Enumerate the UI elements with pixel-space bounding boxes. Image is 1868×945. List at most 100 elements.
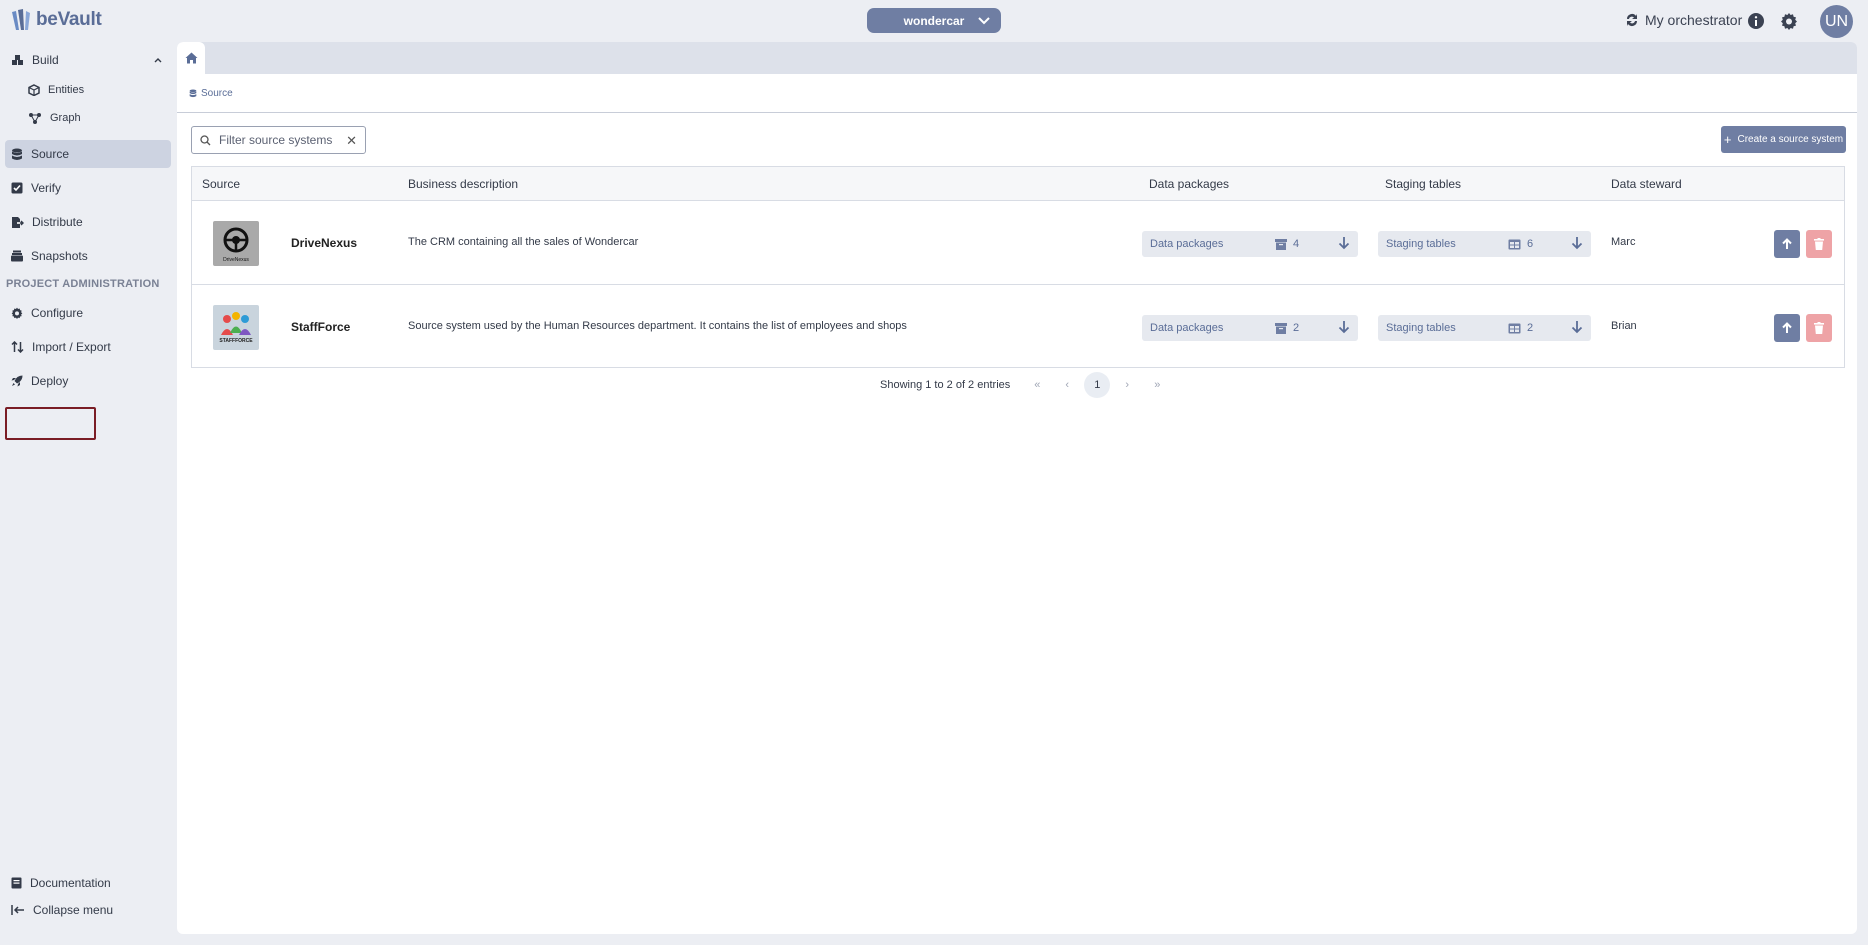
- orchestrator-label: My orchestrator: [1645, 12, 1743, 28]
- sidebar-item-build[interactable]: Build: [5, 46, 171, 74]
- sidebar-item-import-export[interactable]: Import / Export: [5, 333, 171, 361]
- check-square-icon: [11, 182, 23, 194]
- sidebar-item-configure[interactable]: Configure: [5, 299, 171, 327]
- archive-icon: [1275, 322, 1287, 334]
- database-icon: [189, 89, 197, 98]
- page-1-button[interactable]: 1: [1084, 372, 1111, 398]
- column-header-steward[interactable]: Data steward: [1611, 177, 1682, 191]
- plus-icon: +: [1723, 132, 1732, 147]
- pill-label: Data packages: [1150, 322, 1224, 334]
- sidebar-item-label: Collapse menu: [33, 903, 114, 917]
- sidebar-item-snapshots[interactable]: Snapshots: [5, 242, 171, 270]
- table-row[interactable]: DriveNexus DriveNexus The CRM containing…: [192, 201, 1844, 285]
- section-heading-admin: PROJECT ADMINISTRATION: [6, 278, 160, 290]
- sidebar-item-entities[interactable]: Entities: [22, 76, 162, 104]
- data-steward: Marc: [1611, 236, 1636, 248]
- sidebar-item-collapse-menu[interactable]: Collapse menu: [5, 896, 171, 924]
- sidebar-item-label: Deploy: [31, 374, 69, 388]
- column-header-source[interactable]: Source: [202, 177, 240, 191]
- book-icon: [11, 877, 22, 889]
- sidebar-item-verify[interactable]: Verify: [5, 174, 171, 202]
- top-bar: beVault wondercar My orchestrator UN: [0, 0, 1868, 42]
- table-icon: [1508, 323, 1521, 333]
- gear-icon[interactable]: [1780, 12, 1798, 30]
- home-icon: [185, 52, 197, 64]
- main-panel: Source ✕ + Create a source system Source…: [177, 42, 1857, 934]
- next-page-button[interactable]: ›: [1112, 379, 1142, 391]
- data-packages-pill[interactable]: Data packages 4: [1142, 231, 1358, 257]
- svg-text:STAFFFORCE: STAFFFORCE: [219, 338, 253, 344]
- column-header-staging[interactable]: Staging tables: [1385, 177, 1461, 191]
- user-avatar[interactable]: UN: [1820, 5, 1853, 38]
- upload-button[interactable]: [1774, 230, 1800, 258]
- sidebar-item-label: Documentation: [30, 876, 111, 890]
- data-packages-pill[interactable]: Data packages 2: [1142, 315, 1358, 341]
- sidebar-item-label: Snapshots: [31, 249, 88, 263]
- sidebar-item-label: Distribute: [32, 215, 83, 229]
- sidebar-item-source[interactable]: Source: [5, 140, 171, 168]
- staging-tables-pill[interactable]: Staging tables 2: [1378, 315, 1591, 341]
- info-icon[interactable]: [1747, 12, 1765, 30]
- breadcrumb-current[interactable]: Source: [201, 88, 233, 99]
- filter-input[interactable]: [219, 133, 339, 147]
- create-button-label: Create a source system: [1737, 134, 1844, 145]
- staging-tables-pill[interactable]: Staging tables 6: [1378, 231, 1591, 257]
- cubes-icon: [12, 54, 23, 65]
- database-icon: [12, 148, 22, 160]
- delete-button[interactable]: [1806, 230, 1832, 258]
- source-name[interactable]: DriveNexus: [291, 236, 357, 250]
- sidebar-item-distribute[interactable]: Distribute: [5, 208, 171, 236]
- table-header: Source Business description Data package…: [192, 167, 1844, 201]
- chevron-up-icon[interactable]: [153, 55, 163, 65]
- bevault-logo-icon: [12, 9, 30, 30]
- deploy-highlight-box: [5, 407, 96, 440]
- sidebar-item-label: Build: [32, 53, 59, 67]
- upload-icon: [1782, 322, 1792, 333]
- tab-home[interactable]: [177, 42, 205, 74]
- column-header-description[interactable]: Business description: [408, 177, 518, 191]
- pill-count: 6: [1508, 238, 1533, 250]
- column-header-packages[interactable]: Data packages: [1149, 177, 1229, 191]
- filter-box: ✕: [191, 126, 366, 154]
- orchestrator-link[interactable]: My orchestrator: [1624, 12, 1742, 28]
- arrow-down-icon[interactable]: [1338, 320, 1350, 334]
- upload-button[interactable]: [1774, 314, 1800, 342]
- sidebar-item-graph[interactable]: Graph: [22, 104, 162, 132]
- sidebar-item-deploy[interactable]: Deploy: [5, 367, 93, 395]
- project-selector[interactable]: wondercar: [867, 8, 1001, 33]
- delete-button[interactable]: [1806, 314, 1832, 342]
- graph-icon: [29, 113, 41, 124]
- sync-icon: [1627, 14, 1637, 27]
- last-page-button[interactable]: »: [1142, 379, 1172, 391]
- project-name: wondercar: [903, 13, 965, 28]
- tab-bar: [177, 42, 1857, 74]
- sidebar: Build Entities Graph Source Verify Distr…: [0, 42, 176, 945]
- arrow-down-icon[interactable]: [1571, 320, 1583, 334]
- file-export-icon: [12, 216, 24, 228]
- prev-page-button[interactable]: ‹: [1052, 379, 1082, 391]
- sidebar-item-label: Source: [31, 147, 70, 161]
- sidebar-item-documentation[interactable]: Documentation: [5, 869, 171, 897]
- steering-wheel-icon: DriveNexus: [223, 227, 249, 263]
- pill-count: 2: [1275, 322, 1299, 334]
- sidebar-item-label: Entities: [48, 84, 85, 96]
- app-name: beVault: [36, 9, 102, 30]
- create-source-system-button[interactable]: + Create a source system: [1721, 126, 1846, 153]
- app-logo[interactable]: beVault: [10, 8, 102, 32]
- first-page-button[interactable]: «: [1022, 379, 1052, 391]
- source-name[interactable]: StaffForce: [291, 320, 350, 334]
- source-description: Source system used by the Human Resource…: [408, 320, 907, 332]
- divider: [177, 112, 1857, 113]
- table-row[interactable]: STAFFFORCE StaffForce Source system used…: [192, 285, 1844, 369]
- arrow-down-icon[interactable]: [1571, 236, 1583, 250]
- arrow-down-icon[interactable]: [1338, 236, 1350, 250]
- sidebar-item-label: Graph: [50, 112, 81, 124]
- rocket-icon: [11, 375, 23, 387]
- source-logo: STAFFFORCE: [213, 305, 259, 350]
- pagination: Showing 1 to 2 of 2 entries « ‹ 1 › »: [880, 372, 1172, 398]
- clear-icon[interactable]: ✕: [346, 133, 357, 149]
- pill-count: 4: [1275, 238, 1299, 250]
- sidebar-item-label: Configure: [31, 306, 84, 320]
- archive-icon: [1275, 238, 1287, 250]
- source-logo: DriveNexus: [213, 221, 259, 266]
